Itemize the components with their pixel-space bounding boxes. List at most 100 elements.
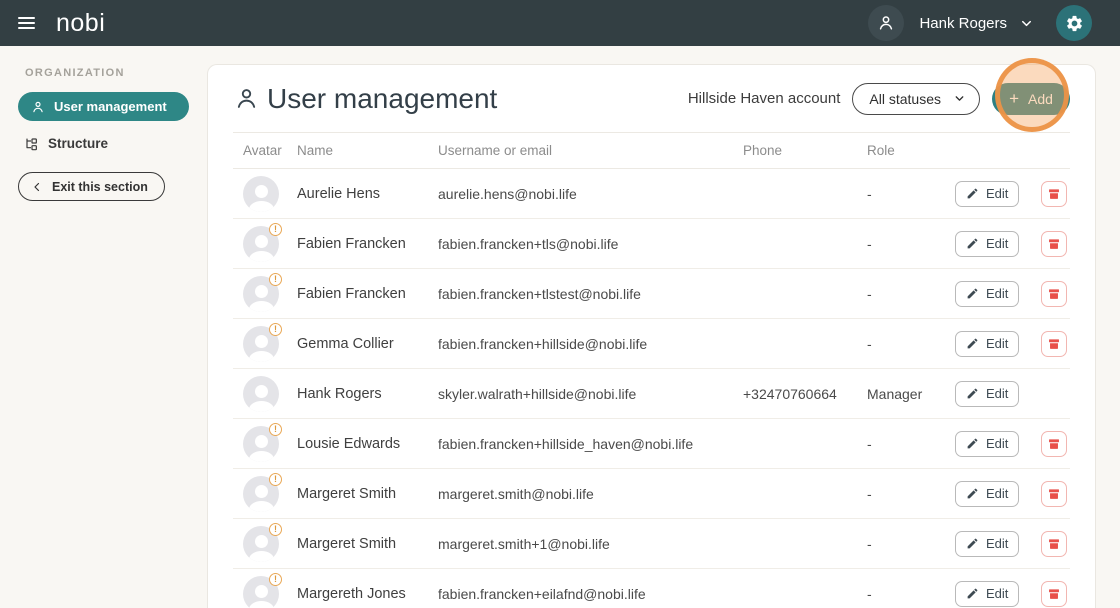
main-card: User management Hillside Haven account A… bbox=[207, 64, 1096, 608]
row-actions: Edit bbox=[955, 531, 1070, 557]
table-row: ! Fabien Francken fabien.francken+tlstes… bbox=[233, 269, 1070, 319]
table-row: ! Margereth Jones fabien.francken+eilafn… bbox=[233, 569, 1070, 608]
delete-button[interactable] bbox=[1041, 331, 1067, 357]
user-email: margeret.smith@nobi.life bbox=[438, 486, 743, 502]
pencil-icon bbox=[966, 437, 979, 450]
avatar-cell: ! bbox=[233, 576, 297, 608]
archive-delete-icon bbox=[1047, 287, 1061, 301]
avatar-cell bbox=[233, 176, 297, 212]
edit-button[interactable]: Edit bbox=[955, 481, 1019, 507]
delete-button[interactable] bbox=[1041, 581, 1067, 607]
pencil-icon bbox=[966, 237, 979, 250]
edit-button-label: Edit bbox=[986, 186, 1008, 201]
edit-button[interactable]: Edit bbox=[955, 181, 1019, 207]
pencil-icon bbox=[966, 187, 979, 200]
user-email: margeret.smith+1@nobi.life bbox=[438, 536, 743, 552]
alert-badge-icon: ! bbox=[269, 223, 282, 236]
pencil-icon bbox=[966, 587, 979, 600]
user-name: Margeret Smith bbox=[297, 486, 438, 502]
archive-delete-icon bbox=[1047, 437, 1061, 451]
user-role: Manager bbox=[867, 386, 955, 402]
table-row: ! Fabien Francken fabien.francken+tls@no… bbox=[233, 219, 1070, 269]
person-icon bbox=[876, 13, 896, 33]
user-role: - bbox=[867, 486, 955, 502]
archive-delete-icon bbox=[1047, 537, 1061, 551]
column-header-phone: Phone bbox=[743, 143, 867, 158]
table-row: ! Margeret Smith margeret.smith@nobi.lif… bbox=[233, 469, 1070, 519]
user-email: fabien.francken+hillside_haven@nobi.life bbox=[438, 436, 743, 452]
add-button-label: Add bbox=[1028, 91, 1053, 107]
delete-button[interactable] bbox=[1041, 231, 1067, 257]
edit-button[interactable]: Edit bbox=[955, 581, 1019, 607]
alert-badge-icon: ! bbox=[269, 573, 282, 586]
pencil-icon bbox=[966, 337, 979, 350]
avatar-cell: ! bbox=[233, 226, 297, 262]
delete-button[interactable] bbox=[1041, 531, 1067, 557]
delete-button[interactable] bbox=[1041, 431, 1067, 457]
table-row: ! Lousie Edwards fabien.francken+hillsid… bbox=[233, 419, 1070, 469]
app-logo: nobi bbox=[56, 9, 105, 38]
pencil-icon bbox=[966, 387, 979, 400]
sidebar-item-label: User management bbox=[54, 99, 167, 114]
user-name: Lousie Edwards bbox=[297, 436, 438, 452]
table-row: ! Margeret Smith margeret.smith+1@nobi.l… bbox=[233, 519, 1070, 569]
edit-button[interactable]: Edit bbox=[955, 331, 1019, 357]
status-filter-dropdown[interactable]: All statuses bbox=[852, 83, 980, 115]
table-row: ! Gemma Collier fabien.francken+hillside… bbox=[233, 319, 1070, 369]
table-row: Aurelie Hens aurelie.hens@nobi.life - Ed… bbox=[233, 169, 1070, 219]
structure-icon bbox=[23, 136, 39, 152]
edit-button[interactable]: Edit bbox=[955, 381, 1019, 407]
current-user-avatar[interactable] bbox=[868, 5, 904, 41]
delete-button[interactable] bbox=[1041, 281, 1067, 307]
settings-button[interactable] bbox=[1056, 5, 1092, 41]
edit-button[interactable]: Edit bbox=[955, 281, 1019, 307]
table-body: Aurelie Hens aurelie.hens@nobi.life - Ed… bbox=[233, 169, 1070, 608]
user-role: - bbox=[867, 186, 955, 202]
alert-badge-icon: ! bbox=[269, 323, 282, 336]
sidebar-item-structure[interactable]: Structure bbox=[18, 130, 189, 157]
user-email: skyler.walrath+hillside@nobi.life bbox=[438, 386, 743, 402]
user-name: Hank Rogers bbox=[297, 386, 438, 402]
user-email: fabien.francken+eilafnd@nobi.life bbox=[438, 586, 743, 602]
user-email: fabien.francken+hillside@nobi.life bbox=[438, 336, 743, 352]
edit-button[interactable]: Edit bbox=[955, 431, 1019, 457]
alert-badge-icon: ! bbox=[269, 523, 282, 536]
user-role: - bbox=[867, 586, 955, 602]
row-actions: Edit bbox=[955, 231, 1070, 257]
edit-button-label: Edit bbox=[986, 286, 1008, 301]
edit-button-label: Edit bbox=[986, 336, 1008, 351]
page-title: User management bbox=[267, 83, 497, 115]
archive-delete-icon bbox=[1047, 337, 1061, 351]
chevron-left-icon bbox=[31, 181, 43, 193]
avatar bbox=[243, 376, 279, 412]
current-user-name[interactable]: Hank Rogers bbox=[919, 15, 1007, 32]
edit-button[interactable]: Edit bbox=[955, 231, 1019, 257]
person-icon bbox=[31, 100, 45, 114]
archive-delete-icon bbox=[1047, 587, 1061, 601]
hamburger-menu-icon[interactable] bbox=[18, 17, 35, 29]
row-actions: Edit bbox=[955, 181, 1070, 207]
edit-button-label: Edit bbox=[986, 536, 1008, 551]
edit-button[interactable]: Edit bbox=[955, 531, 1019, 557]
exit-section-button[interactable]: Exit this section bbox=[18, 172, 165, 201]
sidebar-item-user-management[interactable]: User management bbox=[18, 92, 189, 121]
plus-icon: + bbox=[1009, 90, 1019, 107]
avatar: ! bbox=[243, 326, 279, 362]
sidebar-section-label: ORGANIZATION bbox=[25, 67, 207, 79]
delete-button[interactable] bbox=[1041, 181, 1067, 207]
user-role: - bbox=[867, 236, 955, 252]
user-role: - bbox=[867, 336, 955, 352]
user-name: Margereth Jones bbox=[297, 586, 438, 602]
add-user-button[interactable]: + Add bbox=[992, 83, 1070, 115]
avatar-cell bbox=[233, 376, 297, 412]
delete-button[interactable] bbox=[1041, 481, 1067, 507]
chevron-down-icon[interactable] bbox=[1019, 16, 1034, 31]
avatar-cell: ! bbox=[233, 476, 297, 512]
person-icon bbox=[233, 85, 260, 112]
alert-badge-icon: ! bbox=[269, 273, 282, 286]
edit-button-label: Edit bbox=[986, 486, 1008, 501]
archive-delete-icon bbox=[1047, 237, 1061, 251]
avatar-cell: ! bbox=[233, 326, 297, 362]
topbar-user-menu: Hank Rogers bbox=[868, 5, 1092, 41]
user-name: Aurelie Hens bbox=[297, 186, 438, 202]
